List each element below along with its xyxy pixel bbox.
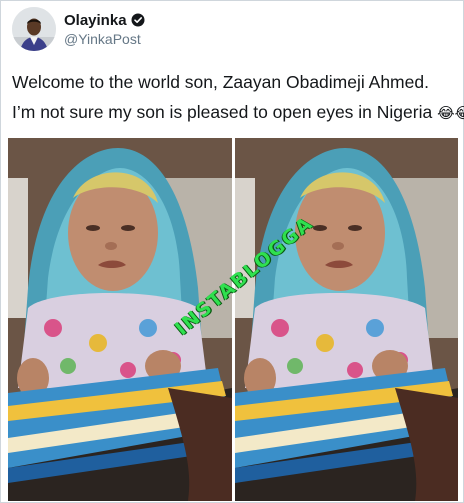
verified-badge-icon <box>131 13 145 27</box>
avatar-image <box>12 7 56 51</box>
avatar[interactable] <box>12 7 56 51</box>
author-names: Olayinka @YinkaPost <box>64 11 145 48</box>
tweet-card[interactable]: Olayinka @YinkaPost Welcome to the world… <box>0 0 464 503</box>
display-name[interactable]: Olayinka <box>64 11 145 30</box>
tweet-line-2-text: I’m not sure my son is pleased to open e… <box>12 102 433 122</box>
tweet-line-1: Welcome to the world son, Zaayan Obadime… <box>12 72 429 92</box>
baby-illustration <box>234 138 458 501</box>
tweet-header: Olayinka @YinkaPost <box>12 7 145 51</box>
handle[interactable]: @YinkaPost <box>64 30 145 48</box>
tweet-line-2: I’m not sure my son is pleased to open e… <box>12 97 464 129</box>
tweet-media[interactable] <box>8 138 458 501</box>
tweet-text: Welcome to the world son, Zaayan Obadime… <box>12 67 464 129</box>
right-baby-photo[interactable] <box>234 138 458 501</box>
laughing-emoji-icon: 😂😂 <box>437 105 464 122</box>
display-name-text[interactable]: Olayinka <box>64 11 127 30</box>
